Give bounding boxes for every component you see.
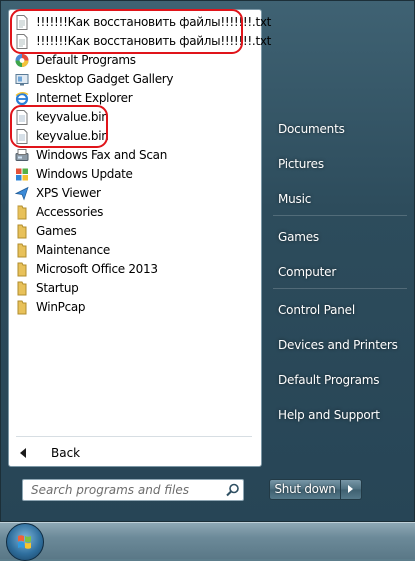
right-item-games[interactable]: Games	[269, 223, 409, 251]
program-item-label: Microsoft Office 2013	[36, 262, 158, 276]
start-menu: !!!!!!!Как восстановить файлы!!!!!!!.txt…	[0, 0, 415, 522]
program-item-gadget-gallery[interactable]: Desktop Gadget Gallery	[9, 70, 259, 89]
bin-file-icon	[16, 110, 28, 125]
folder-icon	[17, 205, 27, 220]
programs-pane: !!!!!!!Как восстановить файлы!!!!!!!.txt…	[8, 9, 271, 467]
program-item-label: keyvalue.bin	[36, 129, 109, 143]
program-item-keyvalue-2[interactable]: keyvalue.bin	[9, 127, 259, 146]
taskbar	[0, 522, 415, 561]
program-item-label: Windows Fax and Scan	[36, 148, 168, 162]
chevron-right-icon	[348, 485, 353, 493]
bin-file-icon	[16, 129, 28, 144]
folder-icon	[17, 243, 27, 258]
program-item-label: WinPcap	[36, 300, 86, 314]
right-separator	[273, 288, 407, 289]
program-item-label: Games	[36, 224, 77, 238]
programs-list: !!!!!!!Как восстановить файлы!!!!!!!.txt…	[9, 13, 271, 317]
fax-scan-icon	[15, 149, 29, 161]
search-box[interactable]	[22, 479, 244, 501]
program-item-winpcap[interactable]: WinPcap	[9, 298, 259, 317]
windows-update-icon	[16, 168, 28, 181]
right-item-computer[interactable]: Computer	[269, 258, 409, 286]
program-item-label: Desktop Gadget Gallery	[36, 72, 174, 86]
right-separator	[273, 215, 407, 216]
text-file-icon	[16, 34, 28, 49]
right-pane: Documents Pictures Music Games Computer …	[269, 1, 414, 471]
right-item-devices-printers[interactable]: Devices and Printers	[269, 331, 409, 359]
program-item-label: !!!!!!!Как восстановить файлы!!!!!!!.txt	[36, 15, 272, 29]
folder-icon	[17, 300, 27, 315]
right-item-default-programs[interactable]: Default Programs	[269, 366, 409, 394]
right-item-pictures[interactable]: Pictures	[269, 150, 409, 178]
back-arrow-icon	[20, 448, 26, 458]
gadget-gallery-icon	[15, 74, 29, 86]
program-item-office-2013[interactable]: Microsoft Office 2013	[9, 260, 259, 279]
folder-icon	[17, 224, 27, 239]
program-item-games[interactable]: Games	[9, 222, 259, 241]
program-item-label: Default Programs	[36, 53, 136, 67]
program-item-label: Startup	[36, 281, 79, 295]
program-item-label: Accessories	[36, 205, 104, 219]
program-item-label: Windows Update	[36, 167, 133, 181]
search-input[interactable]	[23, 480, 219, 500]
program-item-startup[interactable]: Startup	[9, 279, 259, 298]
program-item-accessories[interactable]: Accessories	[9, 203, 259, 222]
search-icon[interactable]	[225, 482, 241, 498]
program-item-ransom-note-1[interactable]: !!!!!!!Как восстановить файлы!!!!!!!.txt	[9, 13, 271, 32]
program-item-label: XPS Viewer	[36, 186, 101, 200]
folder-icon	[17, 281, 27, 296]
program-item-xps-viewer[interactable]: XPS Viewer	[9, 184, 259, 203]
xps-viewer-icon	[15, 186, 29, 201]
back-button[interactable]: Back	[9, 442, 259, 464]
program-item-label: keyvalue.bin	[36, 110, 109, 124]
windows-logo-icon	[18, 535, 31, 549]
internet-explorer-icon	[15, 92, 29, 106]
folder-icon	[17, 262, 27, 277]
program-item-fax-scan[interactable]: Windows Fax and Scan	[9, 146, 259, 165]
text-file-icon	[16, 15, 28, 30]
shutdown-button[interactable]: Shut down	[269, 479, 341, 500]
program-item-windows-update[interactable]: Windows Update	[9, 165, 259, 184]
right-item-music[interactable]: Music	[269, 185, 409, 213]
program-item-internet-explorer[interactable]: Internet Explorer	[9, 89, 259, 108]
program-item-maintenance[interactable]: Maintenance	[9, 241, 259, 260]
shutdown-options-button[interactable]	[341, 479, 362, 500]
back-label: Back	[51, 446, 81, 460]
default-programs-icon	[15, 54, 29, 67]
right-item-help-support[interactable]: Help and Support	[269, 401, 409, 429]
program-item-label: Maintenance	[36, 243, 110, 257]
program-item-label: Internet Explorer	[36, 91, 133, 105]
back-separator	[16, 436, 252, 437]
start-button[interactable]	[6, 523, 44, 561]
program-item-default-programs[interactable]: Default Programs	[9, 51, 259, 70]
right-item-control-panel[interactable]: Control Panel	[269, 296, 409, 324]
program-item-keyvalue-1[interactable]: keyvalue.bin	[9, 108, 259, 127]
program-item-label: !!!!!!!Как восстановить файлы!!!!!!!.txt	[36, 34, 272, 48]
program-item-ransom-note-2[interactable]: !!!!!!!Как восстановить файлы!!!!!!!.txt	[9, 32, 271, 51]
right-item-documents[interactable]: Documents	[269, 115, 409, 143]
